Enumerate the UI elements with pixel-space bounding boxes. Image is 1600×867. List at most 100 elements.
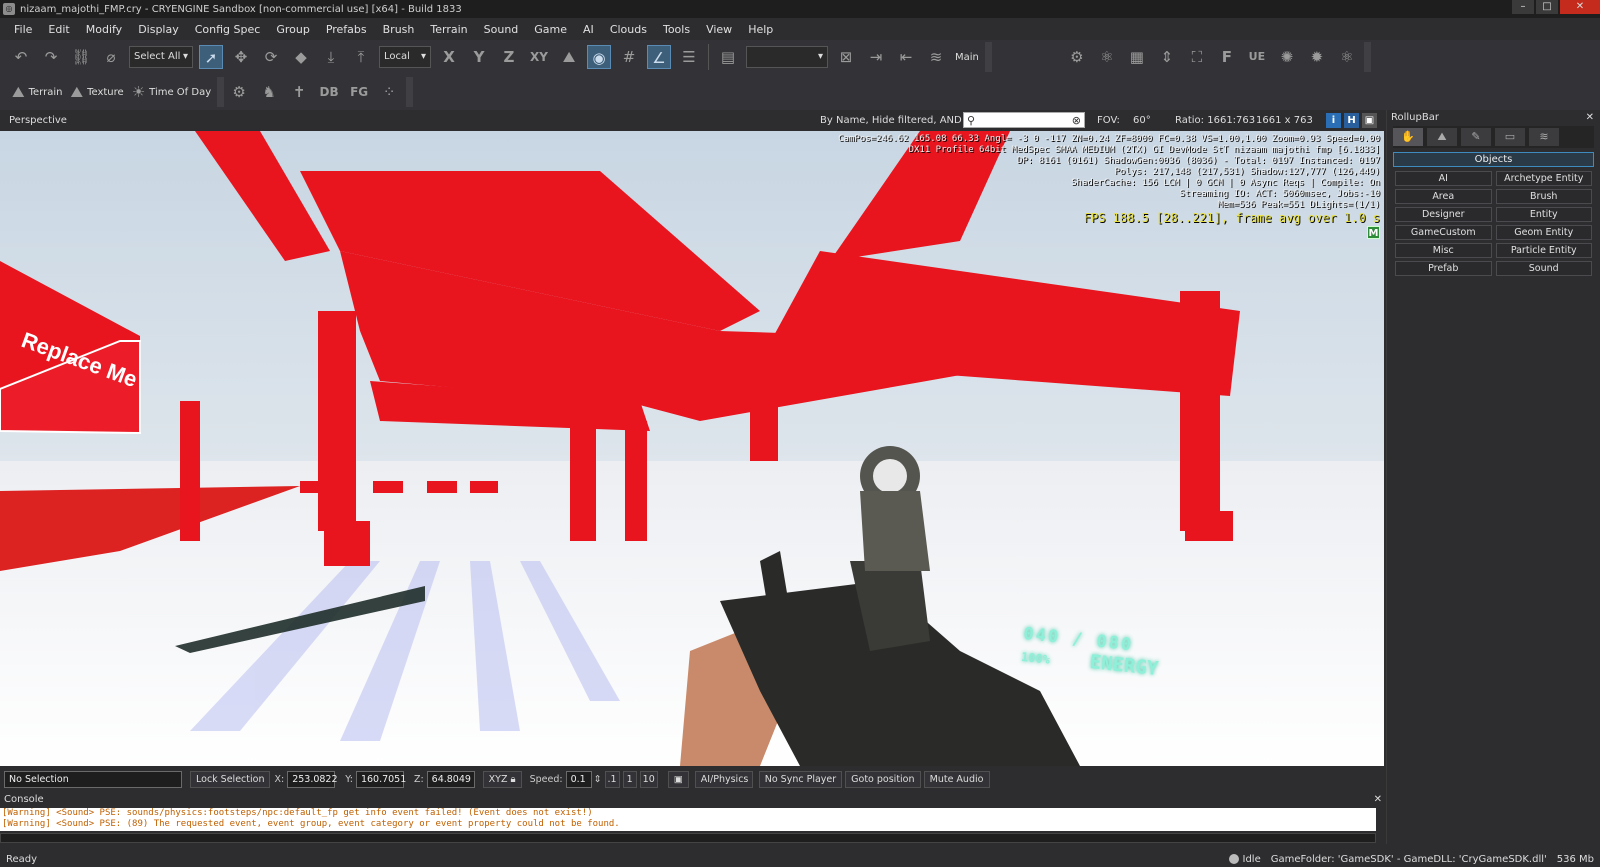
speed-preset-10[interactable]: 10 [639,770,658,788]
select-tool-icon[interactable]: ➚ [199,45,223,69]
material-icon[interactable]: ✹ [1305,45,1329,69]
resolution-readout[interactable]: 1661 x 763 [1256,115,1313,126]
redo-icon[interactable]: ↷ [39,45,63,69]
modelling-tab-icon[interactable]: ✎ [1461,128,1491,146]
display-tab-icon[interactable]: ▭ [1495,128,1525,146]
object-type-particle-entity[interactable]: Particle Entity [1495,243,1592,258]
console-close-icon[interactable]: ✕ [1374,792,1386,808]
dots-grid-icon[interactable]: ⁘ [377,80,401,104]
menu-edit[interactable]: Edit [40,23,77,36]
info-toggle-button[interactable]: i [1326,113,1341,128]
snap-terrain-icon[interactable]: ⤓ [319,45,343,69]
menu-config-spec[interactable]: Config Spec [187,23,269,36]
y-coordinate-input[interactable]: 160.7051 [355,770,406,788]
menu-view[interactable]: View [698,23,740,36]
flowgraph-icon[interactable]: F [1215,45,1239,69]
texture-button[interactable]: ⛰ Texture [70,83,123,101]
export-icon[interactable]: ⇥ [864,45,888,69]
goto-position-button[interactable]: Goto position [845,770,921,788]
menu-file[interactable]: File [6,23,40,36]
toolbar-grip[interactable] [1363,42,1371,72]
view-name[interactable]: Perspective [9,115,67,126]
snap-object-icon[interactable]: ⤒ [349,45,373,69]
menu-brush[interactable]: Brush [375,23,423,36]
console-input[interactable] [0,833,1376,843]
database-icon[interactable]: ▦ [1125,45,1149,69]
db-button[interactable]: DB [317,80,341,104]
menu-terrain[interactable]: Terrain [422,23,475,36]
terminal-icon[interactable]: ▣ [667,770,689,788]
close-button[interactable]: ✕ [1560,0,1600,14]
axis-y-button[interactable]: Y [467,45,491,69]
speed-input[interactable]: 0.1 [565,770,592,788]
physics-icon[interactable]: ⚙ [1065,45,1089,69]
menu-sound[interactable]: Sound [476,23,527,36]
console-output[interactable]: [Warning] <Sound> PSE: sounds/physics:fo… [0,808,1376,831]
menu-group[interactable]: Group [268,23,318,36]
lock-selection-button[interactable]: Lock Selection [190,770,271,788]
particles-icon[interactable]: ✺ [1275,45,1299,69]
molecule-icon[interactable]: ⚛ [1335,45,1359,69]
object-type-brush[interactable]: Brush [1495,189,1592,204]
rotate-tool-icon[interactable]: ⟳ [259,45,283,69]
axis-xy-button[interactable]: XY [527,45,551,69]
menu-prefabs[interactable]: Prefabs [318,23,375,36]
object-type-geom-entity[interactable]: Geom Entity [1495,225,1592,240]
xyz-lock-button[interactable]: XYZ 🔒︎ [482,770,522,788]
game-icon[interactable]: ⚙ [227,80,251,104]
menu-help[interactable]: Help [740,23,781,36]
object-type-gamecustom[interactable]: GameCustom [1395,225,1492,240]
grid-snap-icon[interactable]: # [617,45,641,69]
unlink-icon[interactable]: ⌀ [99,45,123,69]
select-all-dropdown[interactable]: Select All ▾ [129,46,193,68]
object-type-ai[interactable]: AI [1395,171,1492,186]
mannequin-icon[interactable]: ✝ [287,80,311,104]
move-tool-icon[interactable]: ✥ [229,45,253,69]
menu-ai[interactable]: AI [575,23,602,36]
object-search-input[interactable]: ⚲ ⊗ [963,112,1085,128]
height-icon[interactable]: ⇕ [1155,45,1179,69]
snap-dropdown[interactable]: ▾ [746,46,828,68]
menu-modify[interactable]: Modify [78,23,130,36]
maximize-button[interactable]: □ [1536,0,1558,14]
maximize-viewport-icon[interactable]: ▣ [1362,113,1377,128]
snap-to-grid-icon[interactable]: ⊠ [834,45,858,69]
ratio-readout[interactable]: Ratio: 1661:763 [1175,115,1255,126]
objects-tab-icon[interactable]: ✋ [1393,128,1423,146]
mute-audio-button[interactable]: Mute Audio [923,770,990,788]
helpers-toggle-button[interactable]: H [1344,113,1359,128]
angle-snap-icon[interactable]: ∠ [647,45,671,69]
ui-emulator-icon[interactable]: UE [1245,45,1269,69]
selection-field[interactable]: No Selection [4,770,182,788]
terrain-editor-icon[interactable]: ⛶ [1185,45,1209,69]
axis-x-button[interactable]: X [437,45,461,69]
align-icon[interactable]: ☰ [677,45,701,69]
objects-header[interactable]: Objects [1393,152,1594,167]
speed-spinner-icon[interactable]: ⇕ [594,774,602,785]
clear-search-icon[interactable]: ⊗ [1072,114,1081,127]
toolbar-grip[interactable] [984,42,992,72]
scale-tool-icon[interactable]: ◆ [289,45,313,69]
ai-physics-button[interactable]: AI/Physics [694,770,753,788]
z-coordinate-input[interactable]: 64.8049 [426,770,475,788]
object-type-area[interactable]: Area [1395,189,1492,204]
speed-preset-0.1[interactable]: .1 [604,770,620,788]
terrain-snap-icon[interactable]: ⛰ [557,45,581,69]
menu-display[interactable]: Display [130,23,187,36]
object-type-prefab[interactable]: Prefab [1395,261,1492,276]
axis-z-button[interactable]: Z [497,45,521,69]
object-type-misc[interactable]: Misc [1395,243,1492,258]
menu-tools[interactable]: Tools [655,23,698,36]
ai-icon[interactable]: ⚛ [1095,45,1119,69]
speed-preset-1[interactable]: 1 [622,770,637,788]
terrain-tab-icon[interactable]: ⛰ [1427,128,1457,146]
layers-icon[interactable]: ≋ [924,45,948,69]
fov-readout[interactable]: FOV: 60° [1097,115,1151,126]
coord-system-dropdown[interactable]: Local ▾ [379,46,431,68]
terrain-button[interactable]: ⛰ Terrain [12,83,62,101]
menu-clouds[interactable]: Clouds [602,23,655,36]
character-editor-icon[interactable]: ♞ [257,80,281,104]
menu-game[interactable]: Game [526,23,575,36]
import-icon[interactable]: ⇤ [894,45,918,69]
no-sync-player-button[interactable]: No Sync Player [758,770,843,788]
